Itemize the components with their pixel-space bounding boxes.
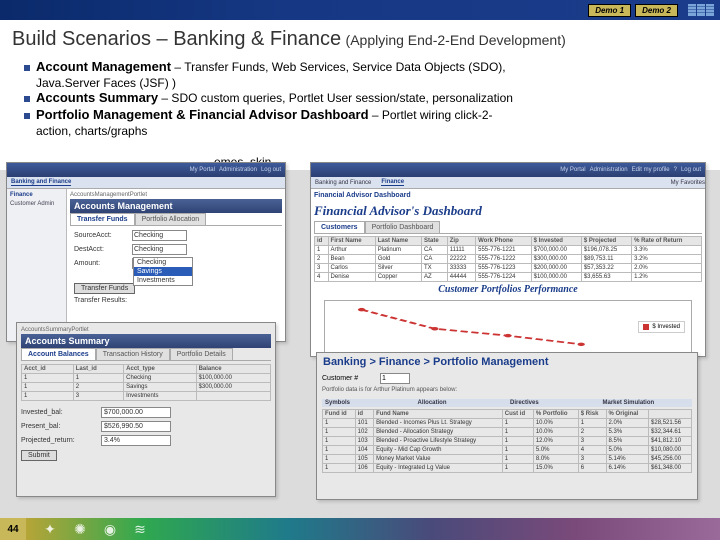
- top-bar: Demo 1 Demo 2: [0, 0, 720, 20]
- nav-strip: Banking and Finance Finance My Favorites: [311, 177, 705, 189]
- burst-icon: ✺: [72, 521, 88, 537]
- table-row: 1105Money Market Value18.0%35.14%$45,256…: [323, 455, 692, 464]
- footer-bar: 44 ✦ ✺ ◉ ≋: [0, 518, 720, 540]
- breadcrumb: Banking > Finance > Portfolio Management: [317, 353, 697, 371]
- table-row: 11Checking$100,000.00: [22, 374, 271, 383]
- slide-subtitle: (Applying End-2-End Development): [346, 32, 566, 48]
- source-acct-select[interactable]: Checking: [132, 230, 187, 241]
- tab-history[interactable]: Transaction History: [96, 348, 170, 360]
- balances-table: Acct_idLast_idAcct_typeBalance 11Checkin…: [21, 364, 271, 401]
- nav-tab[interactable]: Banking and Finance: [11, 179, 71, 186]
- chart-title: Customer Portfolios Performance: [314, 282, 702, 297]
- portal-link[interactable]: Log out: [261, 167, 281, 173]
- table-row: 1ArthurPlatinumCA11111555-776-1221$700,0…: [315, 246, 702, 255]
- dd-option[interactable]: Checking: [134, 258, 192, 267]
- performance-chart: $ Invested: [324, 300, 692, 354]
- waves-icon: ≋: [132, 521, 148, 537]
- demo1-button[interactable]: Demo 1: [588, 4, 631, 17]
- table-row: 1101Blended - Incomes Plus Lt. Strategy1…: [323, 419, 692, 428]
- result-label: Transfer Results:: [74, 297, 127, 304]
- portlet-heading: Accounts Management: [70, 199, 282, 213]
- submit-button[interactable]: Submit: [21, 450, 57, 461]
- table-row: 2BeanGoldCA22222555-776-1222$300,000.00$…: [315, 255, 702, 264]
- demo2-button[interactable]: Demo 2: [635, 4, 678, 17]
- label: Amount:: [74, 260, 132, 267]
- advisor-dashboard-window: My Portal Administration Edit my profile…: [310, 162, 706, 357]
- tab-customers[interactable]: Customers: [314, 221, 365, 233]
- chart-line-icon: [325, 301, 691, 353]
- star-icon: ✦: [42, 521, 58, 537]
- customer-select[interactable]: 1: [380, 373, 410, 384]
- portlet-title: AccountsSummaryPortlet: [21, 327, 271, 333]
- screenshot-area: My Portal Administration Log out Banking…: [0, 170, 720, 518]
- bullet-list: Account Management – Transfer Funds, Web…: [0, 55, 720, 142]
- bullet-2: Accounts Summary – SDO custom queries, P…: [24, 90, 708, 105]
- tab-portfolio-dash[interactable]: Portfolio Dashboard: [365, 221, 441, 233]
- customers-table: idFirst NameLast NameStateZipWork Phone$…: [314, 236, 702, 282]
- portal-header: My Portal Administration Log out: [7, 163, 285, 177]
- page-number: 44: [0, 518, 26, 540]
- sidebar: Finance Customer Admin: [7, 189, 67, 341]
- dest-acct-select[interactable]: Checking Checking Savings Investments: [132, 244, 187, 255]
- transfer-button[interactable]: Transfer Funds: [74, 283, 135, 294]
- portfolio-mgmt-window: Banking > Finance > Portfolio Management…: [316, 352, 698, 500]
- slide-title: Build Scenarios – Banking & Finance: [12, 28, 341, 50]
- portlet-heading: Accounts Summary: [21, 334, 271, 348]
- footer-icons: ✦ ✺ ◉ ≋: [42, 521, 148, 537]
- dd-option[interactable]: Investments: [134, 276, 192, 285]
- dashboard-title: Financial Advisor's Dashboard: [314, 201, 702, 221]
- dest-acct-dropdown: Checking Savings Investments: [133, 257, 193, 286]
- globe-icon: ◉: [102, 521, 118, 537]
- tab-balances[interactable]: Account Balances: [21, 348, 96, 360]
- tab-portfolio-alloc[interactable]: Portfolio Allocation: [135, 213, 207, 225]
- bullet-1-cont: Java.Server Faces (JSF) ): [24, 76, 708, 90]
- portlet-title: AccountsManagementPortlet: [70, 192, 282, 198]
- portfolio-note: Portfolio data is for Arthur Platinum ap…: [322, 387, 692, 393]
- ibm-logo: [688, 4, 714, 16]
- table-row: 1103Blended - Proactive Lifestyle Strate…: [323, 437, 692, 446]
- slide-title-row: Build Scenarios – Banking & Finance (App…: [0, 20, 720, 55]
- sidebar-item[interactable]: Customer Admin: [10, 201, 63, 207]
- label: SourceAcct:: [74, 232, 132, 239]
- nav-strip: Banking and Finance: [7, 177, 285, 189]
- accounts-mgmt-main: AccountsManagementPortlet Accounts Manag…: [67, 189, 285, 341]
- portal-link[interactable]: My Portal: [190, 167, 215, 173]
- table-row: 1104Equity - Mid Cap Growth15.0%45.0%$10…: [323, 446, 692, 455]
- table-row: 13Investments: [22, 392, 271, 401]
- tab-row: Transfer Funds Portfolio Allocation: [70, 213, 282, 226]
- portfolio-table: Fund ididFund NameCust id% Portfolio$ Ri…: [322, 409, 692, 473]
- tab-row: Account Balances Transaction History Por…: [21, 348, 271, 361]
- table-row: 12Savings$300,000.00: [22, 383, 271, 392]
- tab-details[interactable]: Portfolio Details: [170, 348, 233, 360]
- bullet-3: Portfolio Management & Financial Advisor…: [24, 107, 708, 122]
- table-row: 1106Equity - Integrated Lg Value115.0%66…: [323, 464, 692, 473]
- dash-portlet-label: Financial Advisor Dashboard: [314, 192, 702, 199]
- tab-transfer[interactable]: Transfer Funds: [70, 213, 135, 225]
- portal-header: My Portal Administration Edit my profile…: [311, 163, 705, 177]
- table-row: 3CarlosSilverTX33333555-776-1223$200,000…: [315, 264, 702, 273]
- accounts-summary-window: AccountsSummaryPortlet Accounts Summary …: [16, 322, 276, 497]
- bullet-3-cont: action, charts/graphs: [24, 124, 708, 138]
- dd-option[interactable]: Savings: [134, 267, 192, 276]
- sidebar-head: Finance: [10, 192, 63, 198]
- transfer-form: SourceAcct:Checking DestAcct: Checking C…: [70, 226, 282, 311]
- table-row: 4DeniseCopperAZ44444555-776-1224$100,000…: [315, 273, 702, 282]
- chart-legend: $ Invested: [638, 321, 685, 333]
- portal-link[interactable]: Administration: [219, 167, 257, 173]
- label: DestAcct:: [74, 246, 132, 253]
- table-row: 1102Blended - Allocation Strategy110.0%2…: [323, 428, 692, 437]
- bullet-1: Account Management – Transfer Funds, Web…: [24, 59, 708, 74]
- accounts-mgmt-window: My Portal Administration Log out Banking…: [6, 162, 286, 342]
